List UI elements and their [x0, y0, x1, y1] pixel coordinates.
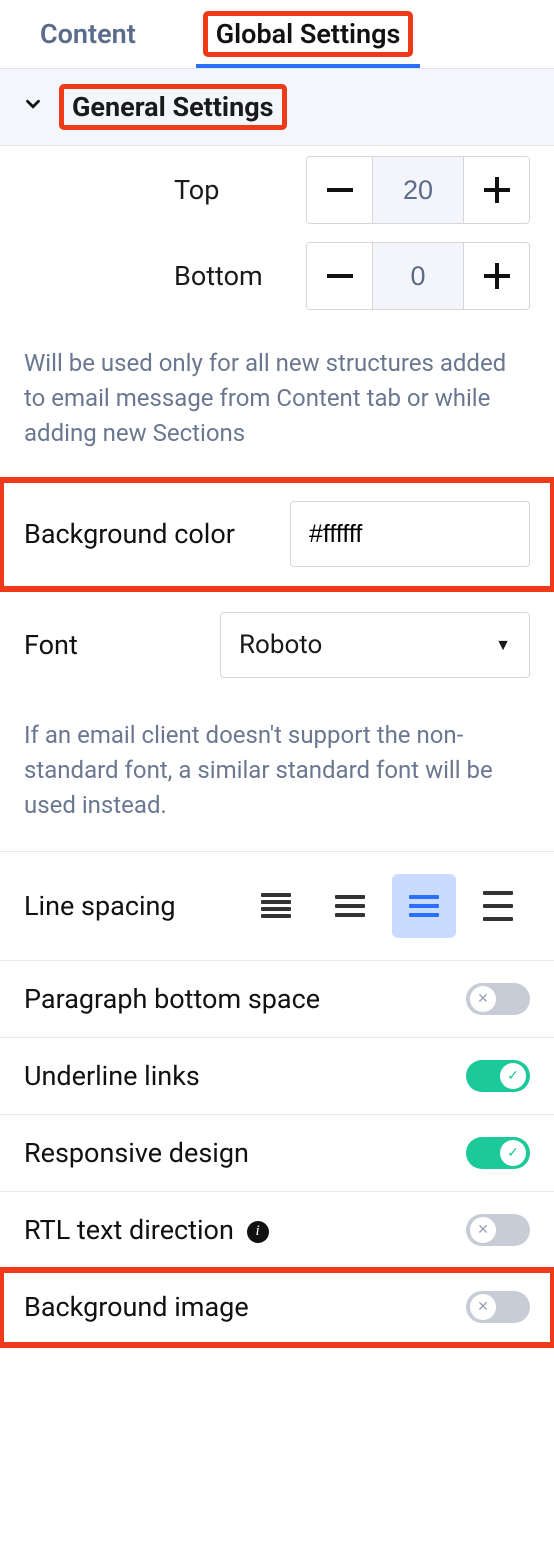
rtl-toggle[interactable]: ✕: [466, 1214, 530, 1246]
x-icon: ✕: [470, 986, 496, 1012]
font-label: Font: [24, 629, 220, 661]
check-icon: ✓: [500, 1140, 526, 1166]
rtl-label: RTL text direction i: [24, 1214, 466, 1246]
line-spacing-normal[interactable]: [318, 874, 382, 938]
responsive-toggle[interactable]: ✓: [466, 1137, 530, 1169]
padding-top-row: Top: [24, 156, 530, 224]
background-color-row: Background color: [0, 479, 554, 590]
minus-icon: [327, 188, 353, 192]
bgimage-label: Background image: [24, 1291, 466, 1323]
tab-content[interactable]: Content: [30, 0, 146, 68]
underline-links-row: Underline links ✓: [0, 1038, 554, 1115]
x-icon: ✕: [470, 1217, 496, 1243]
bgcolor-label: Background color: [24, 518, 290, 550]
font-select[interactable]: Roboto ▼: [220, 612, 530, 678]
section-title: General Settings: [62, 87, 284, 127]
padding-top-stepper: [306, 156, 530, 224]
minus-button[interactable]: [307, 243, 373, 309]
info-icon[interactable]: i: [247, 1221, 269, 1243]
minus-button[interactable]: [307, 157, 373, 223]
line-spacing-tight[interactable]: [244, 874, 308, 938]
padding-top-label: Top: [24, 174, 219, 206]
background-image-row: Background image ✕: [0, 1269, 554, 1346]
dropdown-icon: ▼: [495, 635, 511, 655]
paragraph-bottom-row: Paragraph bottom space ✕: [0, 961, 554, 1038]
padding-bottom-stepper: [306, 242, 530, 310]
plus-icon: [484, 263, 510, 289]
font-value: Roboto: [239, 630, 322, 660]
padding-bottom-input[interactable]: [373, 243, 463, 309]
padding-helper: Will be used only for all new structures…: [0, 328, 554, 479]
para-bottom-toggle[interactable]: ✕: [466, 983, 530, 1015]
underline-label: Underline links: [24, 1060, 466, 1092]
x-icon: ✕: [470, 1294, 496, 1320]
padding-top-input[interactable]: [373, 157, 463, 223]
plus-button[interactable]: [463, 157, 529, 223]
check-icon: ✓: [500, 1063, 526, 1089]
underline-toggle[interactable]: ✓: [466, 1060, 530, 1092]
chevron-down-icon: [22, 93, 44, 121]
para-bottom-label: Paragraph bottom space: [24, 983, 466, 1015]
plus-icon: [484, 177, 510, 203]
bgimage-toggle[interactable]: ✕: [466, 1291, 530, 1323]
responsive-label: Responsive design: [24, 1137, 466, 1169]
tab-global-label: Global Settings: [206, 14, 411, 54]
line-spacing-medium[interactable]: [392, 874, 456, 938]
bgcolor-input[interactable]: [290, 501, 530, 567]
line-spacing-options: [244, 874, 530, 938]
padding-group: Top Bottom: [0, 146, 554, 310]
tabs: Content Global Settings: [0, 0, 554, 69]
minus-icon: [327, 274, 353, 278]
plus-button[interactable]: [463, 243, 529, 309]
tab-global-settings[interactable]: Global Settings: [196, 0, 421, 68]
font-row: Font Roboto ▼: [0, 590, 554, 700]
line-spacing-loose[interactable]: [466, 874, 530, 938]
rtl-row: RTL text direction i ✕: [0, 1192, 554, 1269]
padding-bottom-label: Bottom: [24, 260, 263, 292]
section-general-settings[interactable]: General Settings: [0, 69, 554, 146]
responsive-row: Responsive design ✓: [0, 1115, 554, 1192]
line-spacing-row: Line spacing: [0, 852, 554, 961]
padding-bottom-row: Bottom: [24, 242, 530, 310]
font-helper: If an email client doesn't support the n…: [0, 700, 554, 851]
linespacing-label: Line spacing: [24, 890, 244, 922]
